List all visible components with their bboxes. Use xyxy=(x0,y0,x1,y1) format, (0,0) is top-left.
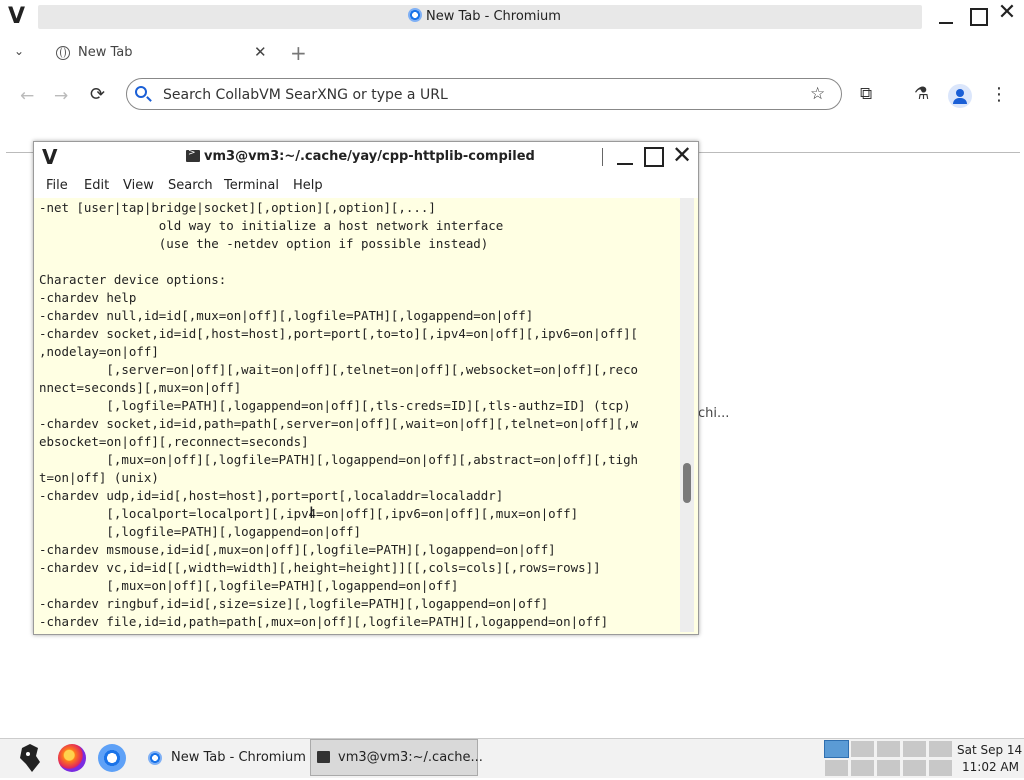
workspace-8[interactable] xyxy=(876,759,901,777)
new-tab-button[interactable]: + xyxy=(290,41,307,65)
workspace-10[interactable] xyxy=(928,759,953,777)
workspace-4[interactable] xyxy=(902,740,927,758)
menu-search[interactable]: Search xyxy=(168,178,213,193)
terminal-title: vm3@vm3:~/.cache/yay/cpp-httplib-compile… xyxy=(204,149,535,164)
clock-time[interactable]: 11:02 AM xyxy=(962,760,1019,774)
window-logo-icon: V xyxy=(8,4,26,29)
firefox-icon[interactable] xyxy=(58,744,86,772)
terminal-output[interactable]: -net [user|tap|bridge|socket][,option][,… xyxy=(34,198,680,632)
clock-date[interactable]: Sat Sep 14 xyxy=(957,743,1022,757)
workspace-1[interactable] xyxy=(824,740,849,758)
taskbar-task-chromium[interactable]: New Tab - Chromium xyxy=(171,750,306,765)
tab-label: New Tab xyxy=(78,45,133,60)
tab-list-button[interactable]: ⌄ xyxy=(14,44,34,64)
terminal-icon xyxy=(186,148,200,162)
tab-close-button[interactable]: ✕ xyxy=(254,43,267,61)
workspace-6[interactable] xyxy=(824,759,849,777)
search-icon xyxy=(135,86,147,98)
workspace-3[interactable] xyxy=(876,740,901,758)
close-window-button[interactable]: ✕ xyxy=(994,2,1020,28)
menu-help[interactable]: Help xyxy=(293,178,323,193)
background-truncated-text: chi... xyxy=(698,406,730,421)
workspace-5[interactable] xyxy=(928,740,953,758)
minimize-button[interactable] xyxy=(934,6,958,28)
chromium-icon xyxy=(148,751,162,765)
labs-flask-icon[interactable]: ⚗ xyxy=(914,84,929,104)
menu-terminal[interactable]: Terminal xyxy=(224,178,279,193)
extensions-icon[interactable]: ⧉ xyxy=(860,84,872,104)
terminal-minimize-button[interactable] xyxy=(614,148,636,168)
menu-file[interactable]: File xyxy=(46,178,68,193)
menu-edit[interactable]: Edit xyxy=(84,178,109,193)
chromium-icon xyxy=(408,8,422,22)
workspace-2[interactable] xyxy=(850,740,875,758)
terminal-maximize-button[interactable] xyxy=(644,147,664,167)
terminal-icon xyxy=(317,751,330,763)
maximize-button[interactable] xyxy=(966,6,990,28)
terminal-text: -net [user|tap|bridge|socket][,option][,… xyxy=(39,200,639,629)
text-cursor-icon: I xyxy=(309,503,314,522)
bookmark-star-icon[interactable]: ☆ xyxy=(810,84,825,104)
workspace-7[interactable] xyxy=(850,759,875,777)
workspace-9[interactable] xyxy=(902,759,927,777)
terminal-scrollbar[interactable] xyxy=(680,198,694,632)
forward-button[interactable]: → xyxy=(54,86,68,106)
window-logo-icon: V xyxy=(42,145,58,169)
terminal-close-button[interactable]: ✕ xyxy=(672,143,692,167)
terminal-scrollbar-thumb[interactable] xyxy=(683,463,691,503)
window-title: New Tab - Chromium xyxy=(426,9,561,24)
menu-view[interactable]: View xyxy=(123,178,154,193)
titlebar-separator xyxy=(602,148,603,166)
address-bar-placeholder[interactable]: Search CollabVM SearXNG or type a URL xyxy=(163,87,448,103)
browser-menu-icon[interactable]: ⋮ xyxy=(990,84,1008,105)
chromium-launcher-icon[interactable] xyxy=(98,744,126,772)
profile-avatar-icon[interactable] xyxy=(948,84,972,108)
back-button[interactable]: ← xyxy=(20,86,34,106)
start-menu-icon[interactable] xyxy=(16,742,44,774)
taskbar-task-terminal-label[interactable]: vm3@vm3:~/.cache... xyxy=(338,750,483,765)
reload-button[interactable]: ⟳ xyxy=(90,84,105,105)
globe-icon xyxy=(56,46,70,60)
